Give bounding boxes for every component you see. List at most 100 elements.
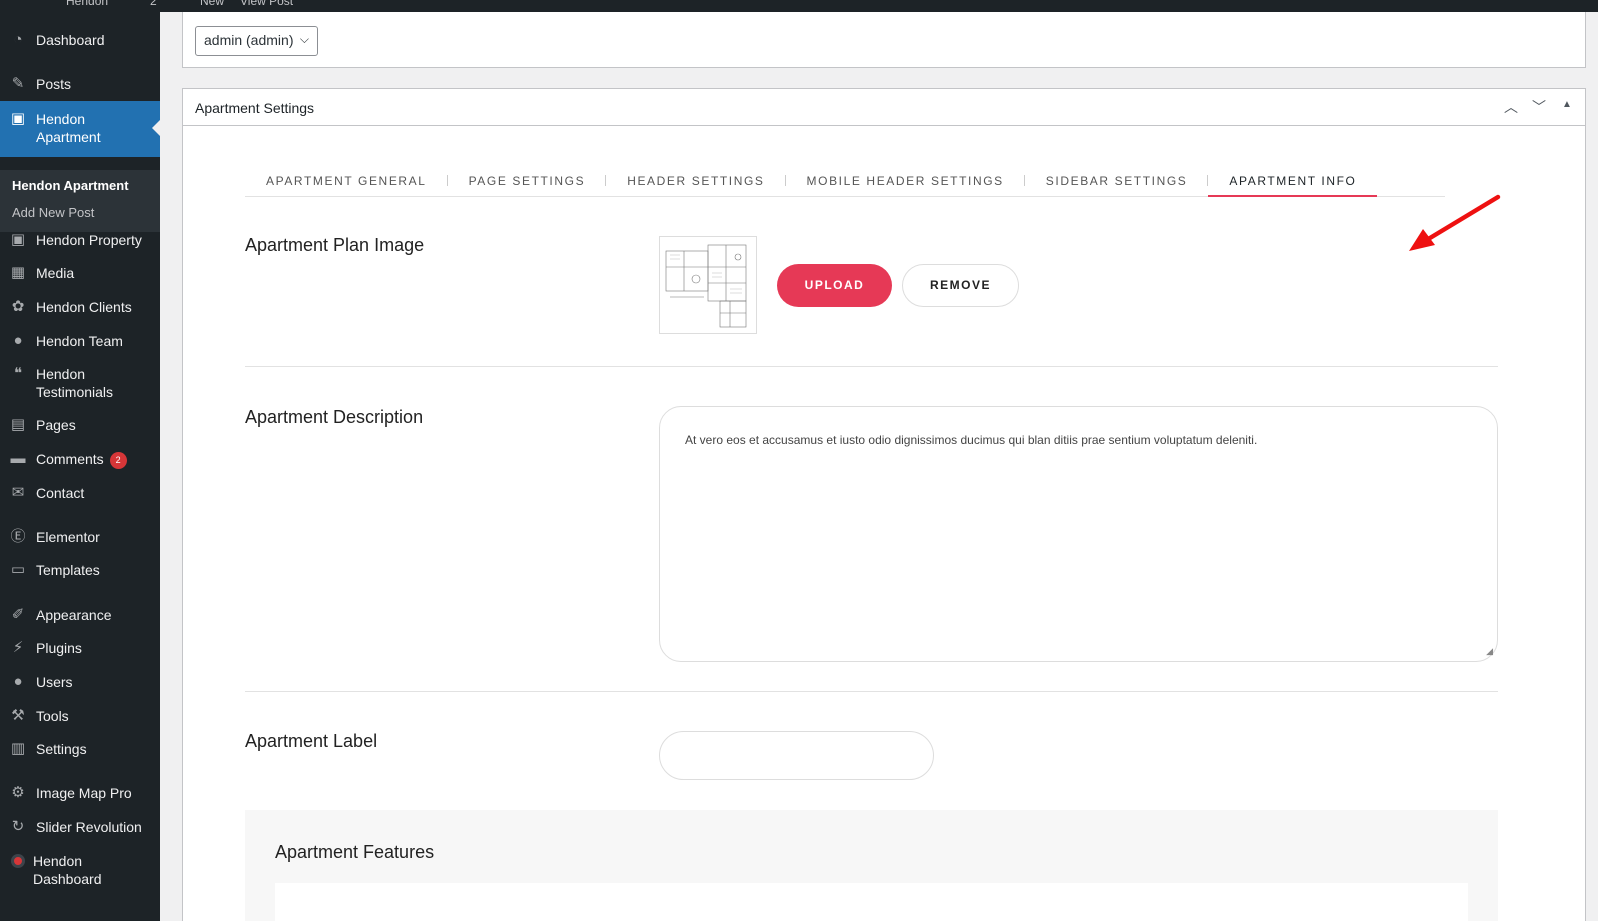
- author-select-value: admin (admin): [204, 32, 294, 48]
- tab-page-settings[interactable]: PAGE SETTINGS: [448, 173, 607, 197]
- sidebar-item-label: Hendon Team: [36, 333, 123, 349]
- apartment-label-input[interactable]: [659, 731, 934, 780]
- tab-sidebar-settings[interactable]: SIDEBAR SETTINGS: [1025, 173, 1209, 197]
- settings-tabs: APARTMENT GENERAL PAGE SETTINGS HEADER S…: [245, 173, 1445, 197]
- sidebar-item-label: Dashboard: [36, 32, 105, 48]
- sidebar-item-hendon-dashboard[interactable]: Hendon Dashboard: [0, 852, 160, 888]
- sidebar-item-label: Media: [36, 265, 75, 281]
- sidebar-item-label: Appearance: [36, 607, 112, 623]
- sidebar-item-dashboard[interactable]: ◔ Dashboard: [0, 31, 160, 49]
- submenu-hendon-apartment[interactable]: Hendon Apartment: [12, 178, 129, 193]
- apartment-icon: ▣: [10, 110, 26, 127]
- sidebar-item-label-wrap: Comments 2: [36, 450, 160, 469]
- sidebar-item-hendon-clients[interactable]: ✿ Hendon Clients: [0, 298, 160, 316]
- sidebar-item-hendon-apartment[interactable]: ▣ Hendon Apartment: [0, 101, 160, 157]
- floor-plan-drawing: [665, 244, 747, 328]
- sidebar-item-appearance[interactable]: ✐ Appearance: [0, 606, 160, 624]
- gear-icon: ⚙: [11, 784, 25, 801]
- media-icon: ▦: [10, 264, 26, 281]
- plan-image-label: Apartment Plan Image: [245, 235, 425, 255]
- sidebar-item-label: Hendon Property: [36, 232, 142, 248]
- sidebar-item-pages[interactable]: ▤ Pages: [0, 416, 160, 434]
- active-indicator: [152, 120, 160, 136]
- submenu-add-new-post[interactable]: Add New Post: [12, 205, 94, 220]
- remove-button[interactable]: REMOVE: [902, 264, 1019, 307]
- folder-icon: ▭: [10, 561, 26, 578]
- sidebar-item-label: Pages: [36, 417, 76, 433]
- tab-header-settings[interactable]: HEADER SETTINGS: [606, 173, 786, 197]
- features-title: Apartment Features: [275, 842, 435, 862]
- brush-icon: ✐: [11, 606, 25, 623]
- description-label: Apartment Description: [245, 407, 424, 427]
- clients-icon: ✿: [11, 298, 25, 315]
- sidebar-item-hendon-testimonials[interactable]: ❝ Hendon Testimonials: [0, 365, 160, 401]
- move-up-icon[interactable]: ︿: [1503, 97, 1519, 117]
- sliders-icon: ▥: [10, 740, 26, 757]
- admin-bar-new[interactable]: New: [200, 0, 224, 8]
- sidebar-item-settings[interactable]: ▥ Settings: [0, 740, 160, 758]
- pages-icon: ▤: [10, 416, 26, 433]
- upload-button[interactable]: UPLOAD: [777, 264, 892, 307]
- elementor-icon: Ⓔ: [10, 528, 26, 545]
- move-down-icon[interactable]: ﹀: [1531, 97, 1547, 117]
- sidebar-item-label: Templates: [36, 562, 100, 578]
- sidebar-item-label: Image Map Pro: [36, 785, 132, 801]
- sidebar-item-templates[interactable]: ▭ Templates: [0, 561, 160, 579]
- sidebar-item-posts[interactable]: ✎ Posts: [0, 75, 160, 93]
- sidebar-item-label: Settings: [36, 741, 87, 757]
- panel-tools: ︿ ﹀ ▲: [1503, 97, 1575, 117]
- sidebar-item-label: Posts: [36, 76, 72, 92]
- sidebar-item-image-map-pro[interactable]: ⚙ Image Map Pro: [0, 784, 160, 802]
- sidebar-item-label: Contact: [36, 485, 85, 501]
- refresh-icon: ↻: [11, 818, 25, 835]
- sidebar-submenu: Hendon Apartment Add New Post: [0, 170, 160, 232]
- team-icon: ●: [13, 332, 23, 349]
- comments-icon: ▬: [10, 450, 26, 467]
- sidebar-item-label: Tools: [36, 708, 69, 724]
- tab-apartment-general[interactable]: APARTMENT GENERAL: [245, 173, 448, 197]
- admin-bar-comments[interactable]: 2: [150, 0, 157, 8]
- sidebar-item-slider-revolution[interactable]: ↻ Slider Revolution: [0, 818, 160, 836]
- sidebar-item-users[interactable]: ● Users: [0, 673, 160, 691]
- testimonials-icon: ❝: [13, 365, 23, 382]
- sidebar-item-label: Users: [36, 674, 73, 690]
- sidebar-item-elementor[interactable]: Ⓔ Elementor: [0, 528, 160, 546]
- hendon-icon: [11, 854, 25, 868]
- sidebar-item-label: Comments: [36, 451, 104, 467]
- admin-bar: Hendon 2 New View Post: [0, 0, 1598, 12]
- sidebar-item-hendon-team[interactable]: ● Hendon Team: [0, 332, 160, 350]
- sidebar-item-tools[interactable]: ⚒ Tools: [0, 707, 160, 725]
- admin-sidebar: ◔ Dashboard ✎ Posts ▣ Hendon Apartment H…: [0, 12, 160, 921]
- apartment-label-label: Apartment Label: [245, 731, 378, 751]
- sidebar-item-label: Elementor: [36, 529, 100, 545]
- author-panel: admin (admin) ⌵: [182, 12, 1586, 68]
- property-icon: ▣: [10, 231, 26, 248]
- sidebar-item-hendon-property[interactable]: ▣ Hendon Property: [0, 231, 160, 249]
- tab-apartment-info[interactable]: APARTMENT INFO: [1208, 173, 1378, 197]
- pin-icon: ✎: [11, 75, 25, 92]
- admin-bar-view-post[interactable]: View Post: [240, 0, 293, 8]
- description-textarea[interactable]: At vero eos et accusamus et iusto odio d…: [659, 406, 1498, 662]
- dashboard-icon: ◔: [13, 31, 23, 48]
- sidebar-item-comments[interactable]: ▬ Comments 2: [0, 450, 160, 469]
- divider: [245, 366, 1498, 367]
- sidebar-item-label: Hendon Dashboard: [33, 853, 102, 887]
- tab-mobile-header-settings[interactable]: MOBILE HEADER SETTINGS: [786, 173, 1026, 197]
- sidebar-item-media[interactable]: ▦ Media: [0, 264, 160, 282]
- description-text: At vero eos et accusamus et iusto odio d…: [685, 433, 1258, 447]
- resize-handle-icon[interactable]: ◢: [1486, 646, 1493, 657]
- plan-image-thumbnail: [659, 236, 757, 334]
- admin-bar-site[interactable]: Hendon: [66, 0, 108, 8]
- sidebar-item-label: Hendon Testimonials: [36, 366, 114, 400]
- collapse-toggle-icon[interactable]: ▲: [1559, 97, 1575, 117]
- features-section: Apartment Features: [245, 810, 1498, 921]
- comments-count-badge: 2: [109, 452, 127, 469]
- features-list: [275, 883, 1468, 921]
- author-select[interactable]: admin (admin) ⌵: [195, 26, 318, 56]
- sidebar-item-label: Slider Revolution: [36, 819, 142, 835]
- sidebar-item-contact[interactable]: ✉ Contact: [0, 484, 160, 502]
- panel-header: Apartment Settings ︿ ﹀ ▲: [183, 89, 1585, 126]
- sidebar-item-plugins[interactable]: ⚡ Plugins: [0, 639, 160, 657]
- sidebar-item-label: Plugins: [36, 640, 82, 656]
- panel-title: Apartment Settings: [195, 100, 315, 116]
